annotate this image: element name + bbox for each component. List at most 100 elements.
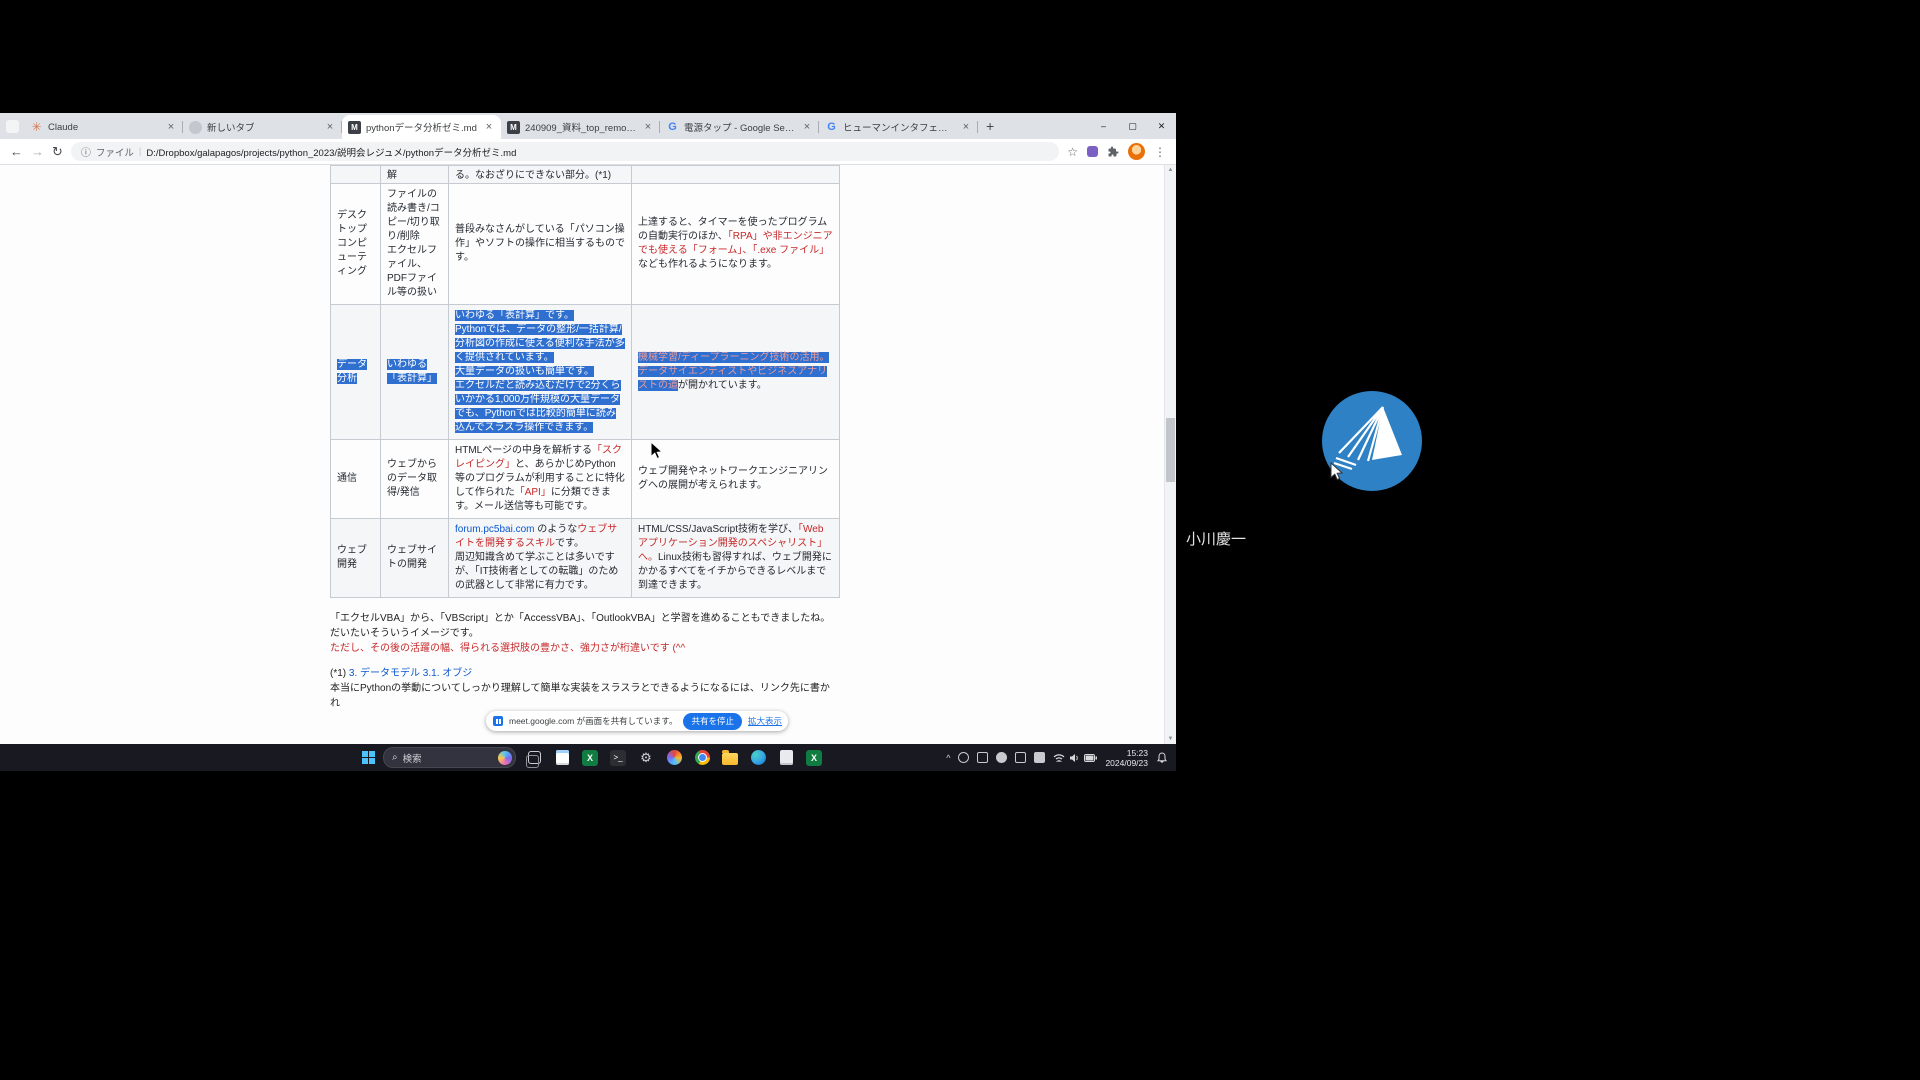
battery-icon [1084, 754, 1097, 762]
expand-view-link[interactable]: 拡大表示 [748, 715, 782, 727]
markdown-document: 解 る。なおざりにできない部分。(*1) デスクトップコンピューティング ファイ… [330, 165, 839, 711]
tab-close-icon[interactable]: × [801, 121, 813, 133]
scrollbar[interactable]: ▲ ▼ [1164, 165, 1176, 744]
security-tray-icon[interactable] [1015, 752, 1026, 763]
close-button[interactable]: ✕ [1147, 113, 1176, 139]
search-icon: ⌕ [392, 752, 398, 763]
scrollbar-thumb[interactable] [1166, 418, 1175, 482]
file-info-icon[interactable]: ⓘ [81, 144, 91, 159]
document-paragraphs: 「エクセルVBA」から、「VBScript」とか「AccessVBA」、「Out… [330, 611, 839, 711]
photos-icon[interactable] [664, 748, 684, 768]
scroll-down-icon[interactable]: ▼ [1165, 734, 1176, 744]
footnote-paragraph: (*1) 3. データモデル 3.1. オブジ [330, 666, 839, 681]
tab-close-icon[interactable]: × [483, 121, 495, 133]
tab-close-icon[interactable]: × [324, 121, 336, 133]
excel-icon[interactable]: X [580, 748, 600, 768]
blank-favicon-icon [189, 121, 202, 134]
selected-subcategory-label: いわゆる「表計算」 [387, 359, 437, 384]
address-scheme-chip: ファイル [96, 145, 134, 159]
tab-new-tab[interactable]: 新しいタブ × [183, 115, 342, 139]
update-tray-icon[interactable] [1034, 752, 1045, 763]
taskbar-search-box[interactable]: ⌕ 検索 [383, 747, 516, 768]
teams-tray-icon[interactable] [996, 752, 1007, 763]
cell-text: のような [534, 524, 577, 535]
terminal-icon[interactable]: >_ [608, 748, 628, 768]
google-favicon-icon: G [825, 121, 838, 134]
cell-text: ウェブ開発やネットワークエンジニアリングへの展開が考えられます。 [638, 466, 828, 491]
markdown-favicon-icon: M [507, 121, 520, 134]
new-tab-button[interactable]: + [986, 118, 994, 134]
subcategory-label: ウェブからのデータ取得/発信 [387, 459, 437, 498]
notifications-bell-icon[interactable] [1156, 752, 1168, 764]
meet-sharing-bar: meet.google.com が画面を共有しています。 共有を停止 拡大表示 [486, 711, 788, 731]
tab-close-icon[interactable]: × [642, 121, 654, 133]
table-row-desktop-computing: デスクトップコンピューティング ファイルの読み書き/コピー/切り取り/削除 エク… [331, 184, 840, 305]
google-favicon-icon: G [666, 121, 679, 134]
minimize-button[interactable]: – [1089, 113, 1118, 139]
tab-close-icon[interactable]: × [165, 121, 177, 133]
extensions-puzzle-icon[interactable] [1107, 146, 1119, 158]
paragraph: 本当にPythonの挙動についてしっかり理解して簡単な実装をスラスラとできるよう… [330, 681, 839, 711]
tab-material-md[interactable]: M 240909_資料_top_removed.md × [501, 115, 660, 139]
task-view-icon[interactable] [524, 748, 544, 768]
python-skills-table: 解 る。なおざりにできない部分。(*1) デスクトップコンピューティング ファイ… [330, 165, 840, 598]
tab-python-seminar-md[interactable]: M pythonデータ分析ゼミ.md × [342, 115, 501, 139]
excel-2-icon[interactable]: X [804, 748, 824, 768]
mouse-cursor [650, 441, 663, 460]
claude-favicon-icon: ✳ [30, 121, 43, 134]
windows-taskbar: ⌕ 検索 X >_ ⚙ X ^ [0, 744, 1176, 771]
forum-link[interactable]: forum.pc5bai.com [455, 524, 534, 535]
chrome-icon[interactable] [692, 748, 712, 768]
start-button-icon[interactable] [362, 751, 375, 764]
pinned-extension-icon[interactable] [1087, 146, 1098, 157]
date-label: 2024/09/23 [1105, 758, 1148, 768]
reload-icon[interactable]: ↻ [52, 144, 63, 160]
hidden-icons-chevron-icon[interactable]: ^ [946, 753, 950, 763]
cell-text: Linux技術も習得すれば、ウェブ開発にかかるすべてをイチからできるレベルまで到… [638, 552, 832, 591]
volume-icon [1069, 753, 1080, 763]
cell-text: 普段みなさんがしている「パソコン操作」やソフトの操作に相当するものです。 [455, 224, 625, 263]
tab-google-search-2[interactable]: G ヒューマンインタフェース - Google Se × [819, 115, 978, 139]
category-label: デスクトップコンピューティング [337, 210, 367, 277]
paragraph: 「エクセルVBA」から、「VBScript」とか「AccessVBA」、「Out… [330, 611, 839, 626]
browser-menu-icon[interactable]: ⋮ [1154, 145, 1166, 159]
back-icon[interactable]: ← [10, 144, 23, 159]
tab-google-search-1[interactable]: G 電源タップ - Google Search × [660, 115, 819, 139]
tab-claude[interactable]: ✳ Claude × [24, 115, 183, 139]
cell-text: る。なおざりにできない部分。(*1) [455, 170, 611, 181]
participant-name: 小川慶一 [1186, 528, 1246, 549]
quick-settings[interactable] [1053, 753, 1097, 763]
cell-text: HTMLページの中身を解析する [455, 445, 592, 456]
paragraph-red: ただし、その後の活躍の幅、得られる選択肢の豊かさ、強力さが桁違いです (^^ [330, 641, 839, 656]
sharing-message: meet.google.com が画面を共有しています。 [509, 715, 677, 727]
tab-strip: ✳ Claude × 新しいタブ × M pythonデータ分析ゼミ.md × … [0, 113, 1176, 139]
scroll-up-icon[interactable]: ▲ [1165, 165, 1176, 175]
stop-sharing-button[interactable]: 共有を停止 [683, 713, 742, 730]
data-model-link[interactable]: 3. データモデル 3.1. オブジ [349, 668, 472, 679]
settings-gear-icon[interactable]: ⚙ [636, 748, 656, 768]
presenter-cursor [1330, 462, 1343, 481]
category-label: ウェブ開発 [337, 545, 367, 570]
screen-share-icon [493, 716, 503, 726]
maximize-button[interactable]: ▢ [1118, 113, 1147, 139]
file-explorer-icon[interactable] [720, 748, 740, 768]
taskbar-clock[interactable]: 15:23 2024/09/23 [1105, 748, 1148, 768]
tab-close-icon[interactable]: × [960, 121, 972, 133]
text-editor-icon[interactable] [776, 748, 796, 768]
tab-search-icon[interactable] [6, 120, 19, 133]
system-tray: ^ 15:23 2024/09/23 [946, 748, 1168, 768]
address-bar[interactable]: ⓘ ファイル | D:/Dropbox/galapagos/projects/p… [71, 142, 1059, 161]
time-label: 15:23 [1105, 748, 1148, 758]
table-row-communication: 通信 ウェブからのデータ取得/発信 HTMLページの中身を解析する「スクレイピン… [331, 440, 840, 519]
camera-tray-icon[interactable] [958, 752, 969, 763]
cell-text-red: 「API」 [515, 487, 551, 498]
edge-icon[interactable] [748, 748, 768, 768]
forward-icon[interactable]: → [31, 144, 44, 159]
profile-avatar[interactable] [1128, 143, 1145, 160]
bookmark-star-icon[interactable]: ☆ [1067, 145, 1078, 159]
selected-category-label: データ分析 [337, 359, 367, 384]
copilot-icon[interactable] [498, 751, 512, 765]
onedrive-tray-icon[interactable] [977, 752, 988, 763]
notepad-icon[interactable] [552, 748, 572, 768]
page-content: 解 る。なおざりにできない部分。(*1) デスクトップコンピューティング ファイ… [0, 165, 1176, 744]
